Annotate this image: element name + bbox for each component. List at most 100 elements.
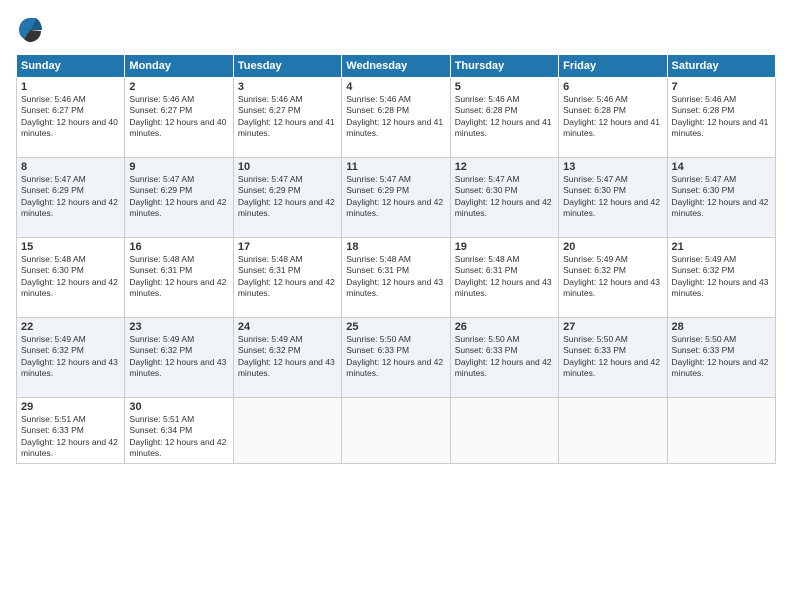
calendar-cell: 22 Sunrise: 5:49 AM Sunset: 6:32 PM Dayl… bbox=[17, 318, 125, 398]
col-friday: Friday bbox=[559, 55, 667, 78]
calendar-cell: 11 Sunrise: 5:47 AM Sunset: 6:29 PM Dayl… bbox=[342, 158, 450, 238]
day-number: 18 bbox=[346, 241, 445, 253]
day-number: 6 bbox=[563, 81, 662, 93]
calendar-cell bbox=[667, 398, 775, 464]
calendar-cell: 25 Sunrise: 5:50 AM Sunset: 6:33 PM Dayl… bbox=[342, 318, 450, 398]
day-info: Sunrise: 5:49 AM Sunset: 6:32 PM Dayligh… bbox=[238, 334, 337, 380]
day-number: 27 bbox=[563, 321, 662, 333]
calendar-cell: 5 Sunrise: 5:46 AM Sunset: 6:28 PM Dayli… bbox=[450, 78, 558, 158]
calendar-cell: 21 Sunrise: 5:49 AM Sunset: 6:32 PM Dayl… bbox=[667, 238, 775, 318]
day-info: Sunrise: 5:48 AM Sunset: 6:31 PM Dayligh… bbox=[455, 254, 554, 300]
calendar-cell: 20 Sunrise: 5:49 AM Sunset: 6:32 PM Dayl… bbox=[559, 238, 667, 318]
day-number: 9 bbox=[129, 161, 228, 173]
day-info: Sunrise: 5:48 AM Sunset: 6:31 PM Dayligh… bbox=[346, 254, 445, 300]
calendar-cell: 16 Sunrise: 5:48 AM Sunset: 6:31 PM Dayl… bbox=[125, 238, 233, 318]
col-wednesday: Wednesday bbox=[342, 55, 450, 78]
day-number: 11 bbox=[346, 161, 445, 173]
col-tuesday: Tuesday bbox=[233, 55, 341, 78]
calendar-cell: 10 Sunrise: 5:47 AM Sunset: 6:29 PM Dayl… bbox=[233, 158, 341, 238]
day-info: Sunrise: 5:46 AM Sunset: 6:28 PM Dayligh… bbox=[563, 94, 662, 140]
day-number: 29 bbox=[21, 401, 120, 413]
day-number: 28 bbox=[672, 321, 771, 333]
day-info: Sunrise: 5:51 AM Sunset: 6:33 PM Dayligh… bbox=[21, 414, 120, 460]
calendar-cell: 6 Sunrise: 5:46 AM Sunset: 6:28 PM Dayli… bbox=[559, 78, 667, 158]
calendar-cell: 7 Sunrise: 5:46 AM Sunset: 6:28 PM Dayli… bbox=[667, 78, 775, 158]
day-number: 20 bbox=[563, 241, 662, 253]
day-number: 13 bbox=[563, 161, 662, 173]
calendar-cell: 19 Sunrise: 5:48 AM Sunset: 6:31 PM Dayl… bbox=[450, 238, 558, 318]
day-info: Sunrise: 5:49 AM Sunset: 6:32 PM Dayligh… bbox=[129, 334, 228, 380]
day-number: 5 bbox=[455, 81, 554, 93]
day-number: 16 bbox=[129, 241, 228, 253]
day-info: Sunrise: 5:48 AM Sunset: 6:31 PM Dayligh… bbox=[129, 254, 228, 300]
logo bbox=[16, 16, 48, 44]
day-info: Sunrise: 5:47 AM Sunset: 6:29 PM Dayligh… bbox=[129, 174, 228, 220]
calendar-cell: 9 Sunrise: 5:47 AM Sunset: 6:29 PM Dayli… bbox=[125, 158, 233, 238]
day-info: Sunrise: 5:48 AM Sunset: 6:30 PM Dayligh… bbox=[21, 254, 120, 300]
day-number: 17 bbox=[238, 241, 337, 253]
calendar-cell: 17 Sunrise: 5:48 AM Sunset: 6:31 PM Dayl… bbox=[233, 238, 341, 318]
day-info: Sunrise: 5:50 AM Sunset: 6:33 PM Dayligh… bbox=[563, 334, 662, 380]
col-thursday: Thursday bbox=[450, 55, 558, 78]
day-info: Sunrise: 5:50 AM Sunset: 6:33 PM Dayligh… bbox=[455, 334, 554, 380]
calendar-cell: 13 Sunrise: 5:47 AM Sunset: 6:30 PM Dayl… bbox=[559, 158, 667, 238]
calendar-cell: 26 Sunrise: 5:50 AM Sunset: 6:33 PM Dayl… bbox=[450, 318, 558, 398]
day-number: 22 bbox=[21, 321, 120, 333]
day-number: 12 bbox=[455, 161, 554, 173]
calendar-cell: 8 Sunrise: 5:47 AM Sunset: 6:29 PM Dayli… bbox=[17, 158, 125, 238]
calendar-cell: 23 Sunrise: 5:49 AM Sunset: 6:32 PM Dayl… bbox=[125, 318, 233, 398]
calendar-cell bbox=[450, 398, 558, 464]
day-number: 4 bbox=[346, 81, 445, 93]
page: Sunday Monday Tuesday Wednesday Thursday… bbox=[0, 0, 792, 612]
day-number: 3 bbox=[238, 81, 337, 93]
calendar-cell: 27 Sunrise: 5:50 AM Sunset: 6:33 PM Dayl… bbox=[559, 318, 667, 398]
day-info: Sunrise: 5:49 AM Sunset: 6:32 PM Dayligh… bbox=[563, 254, 662, 300]
day-number: 23 bbox=[129, 321, 228, 333]
calendar-cell: 12 Sunrise: 5:47 AM Sunset: 6:30 PM Dayl… bbox=[450, 158, 558, 238]
day-number: 1 bbox=[21, 81, 120, 93]
day-info: Sunrise: 5:46 AM Sunset: 6:27 PM Dayligh… bbox=[129, 94, 228, 140]
calendar-cell: 15 Sunrise: 5:48 AM Sunset: 6:30 PM Dayl… bbox=[17, 238, 125, 318]
header bbox=[16, 16, 776, 44]
day-number: 10 bbox=[238, 161, 337, 173]
day-info: Sunrise: 5:50 AM Sunset: 6:33 PM Dayligh… bbox=[672, 334, 771, 380]
calendar-cell: 28 Sunrise: 5:50 AM Sunset: 6:33 PM Dayl… bbox=[667, 318, 775, 398]
day-info: Sunrise: 5:47 AM Sunset: 6:29 PM Dayligh… bbox=[21, 174, 120, 220]
calendar-cell: 14 Sunrise: 5:47 AM Sunset: 6:30 PM Dayl… bbox=[667, 158, 775, 238]
day-info: Sunrise: 5:48 AM Sunset: 6:31 PM Dayligh… bbox=[238, 254, 337, 300]
calendar-cell: 4 Sunrise: 5:46 AM Sunset: 6:28 PM Dayli… bbox=[342, 78, 450, 158]
calendar-cell: 2 Sunrise: 5:46 AM Sunset: 6:27 PM Dayli… bbox=[125, 78, 233, 158]
calendar-cell: 29 Sunrise: 5:51 AM Sunset: 6:33 PM Dayl… bbox=[17, 398, 125, 464]
day-number: 26 bbox=[455, 321, 554, 333]
day-info: Sunrise: 5:46 AM Sunset: 6:28 PM Dayligh… bbox=[455, 94, 554, 140]
calendar-header-row: Sunday Monday Tuesday Wednesday Thursday… bbox=[17, 55, 776, 78]
day-info: Sunrise: 5:47 AM Sunset: 6:30 PM Dayligh… bbox=[672, 174, 771, 220]
day-number: 25 bbox=[346, 321, 445, 333]
calendar-cell: 18 Sunrise: 5:48 AM Sunset: 6:31 PM Dayl… bbox=[342, 238, 450, 318]
logo-icon bbox=[16, 16, 44, 44]
day-info: Sunrise: 5:46 AM Sunset: 6:27 PM Dayligh… bbox=[238, 94, 337, 140]
day-number: 8 bbox=[21, 161, 120, 173]
day-info: Sunrise: 5:47 AM Sunset: 6:30 PM Dayligh… bbox=[563, 174, 662, 220]
calendar-cell: 30 Sunrise: 5:51 AM Sunset: 6:34 PM Dayl… bbox=[125, 398, 233, 464]
calendar-cell: 3 Sunrise: 5:46 AM Sunset: 6:27 PM Dayli… bbox=[233, 78, 341, 158]
day-info: Sunrise: 5:46 AM Sunset: 6:28 PM Dayligh… bbox=[346, 94, 445, 140]
day-number: 15 bbox=[21, 241, 120, 253]
day-info: Sunrise: 5:47 AM Sunset: 6:30 PM Dayligh… bbox=[455, 174, 554, 220]
day-info: Sunrise: 5:47 AM Sunset: 6:29 PM Dayligh… bbox=[238, 174, 337, 220]
day-info: Sunrise: 5:47 AM Sunset: 6:29 PM Dayligh… bbox=[346, 174, 445, 220]
day-number: 14 bbox=[672, 161, 771, 173]
day-info: Sunrise: 5:50 AM Sunset: 6:33 PM Dayligh… bbox=[346, 334, 445, 380]
day-info: Sunrise: 5:49 AM Sunset: 6:32 PM Dayligh… bbox=[672, 254, 771, 300]
calendar-cell bbox=[233, 398, 341, 464]
calendar-cell bbox=[342, 398, 450, 464]
day-number: 2 bbox=[129, 81, 228, 93]
col-monday: Monday bbox=[125, 55, 233, 78]
day-number: 24 bbox=[238, 321, 337, 333]
calendar-cell: 24 Sunrise: 5:49 AM Sunset: 6:32 PM Dayl… bbox=[233, 318, 341, 398]
day-info: Sunrise: 5:51 AM Sunset: 6:34 PM Dayligh… bbox=[129, 414, 228, 460]
day-info: Sunrise: 5:49 AM Sunset: 6:32 PM Dayligh… bbox=[21, 334, 120, 380]
day-info: Sunrise: 5:46 AM Sunset: 6:27 PM Dayligh… bbox=[21, 94, 120, 140]
day-number: 7 bbox=[672, 81, 771, 93]
day-info: Sunrise: 5:46 AM Sunset: 6:28 PM Dayligh… bbox=[672, 94, 771, 140]
